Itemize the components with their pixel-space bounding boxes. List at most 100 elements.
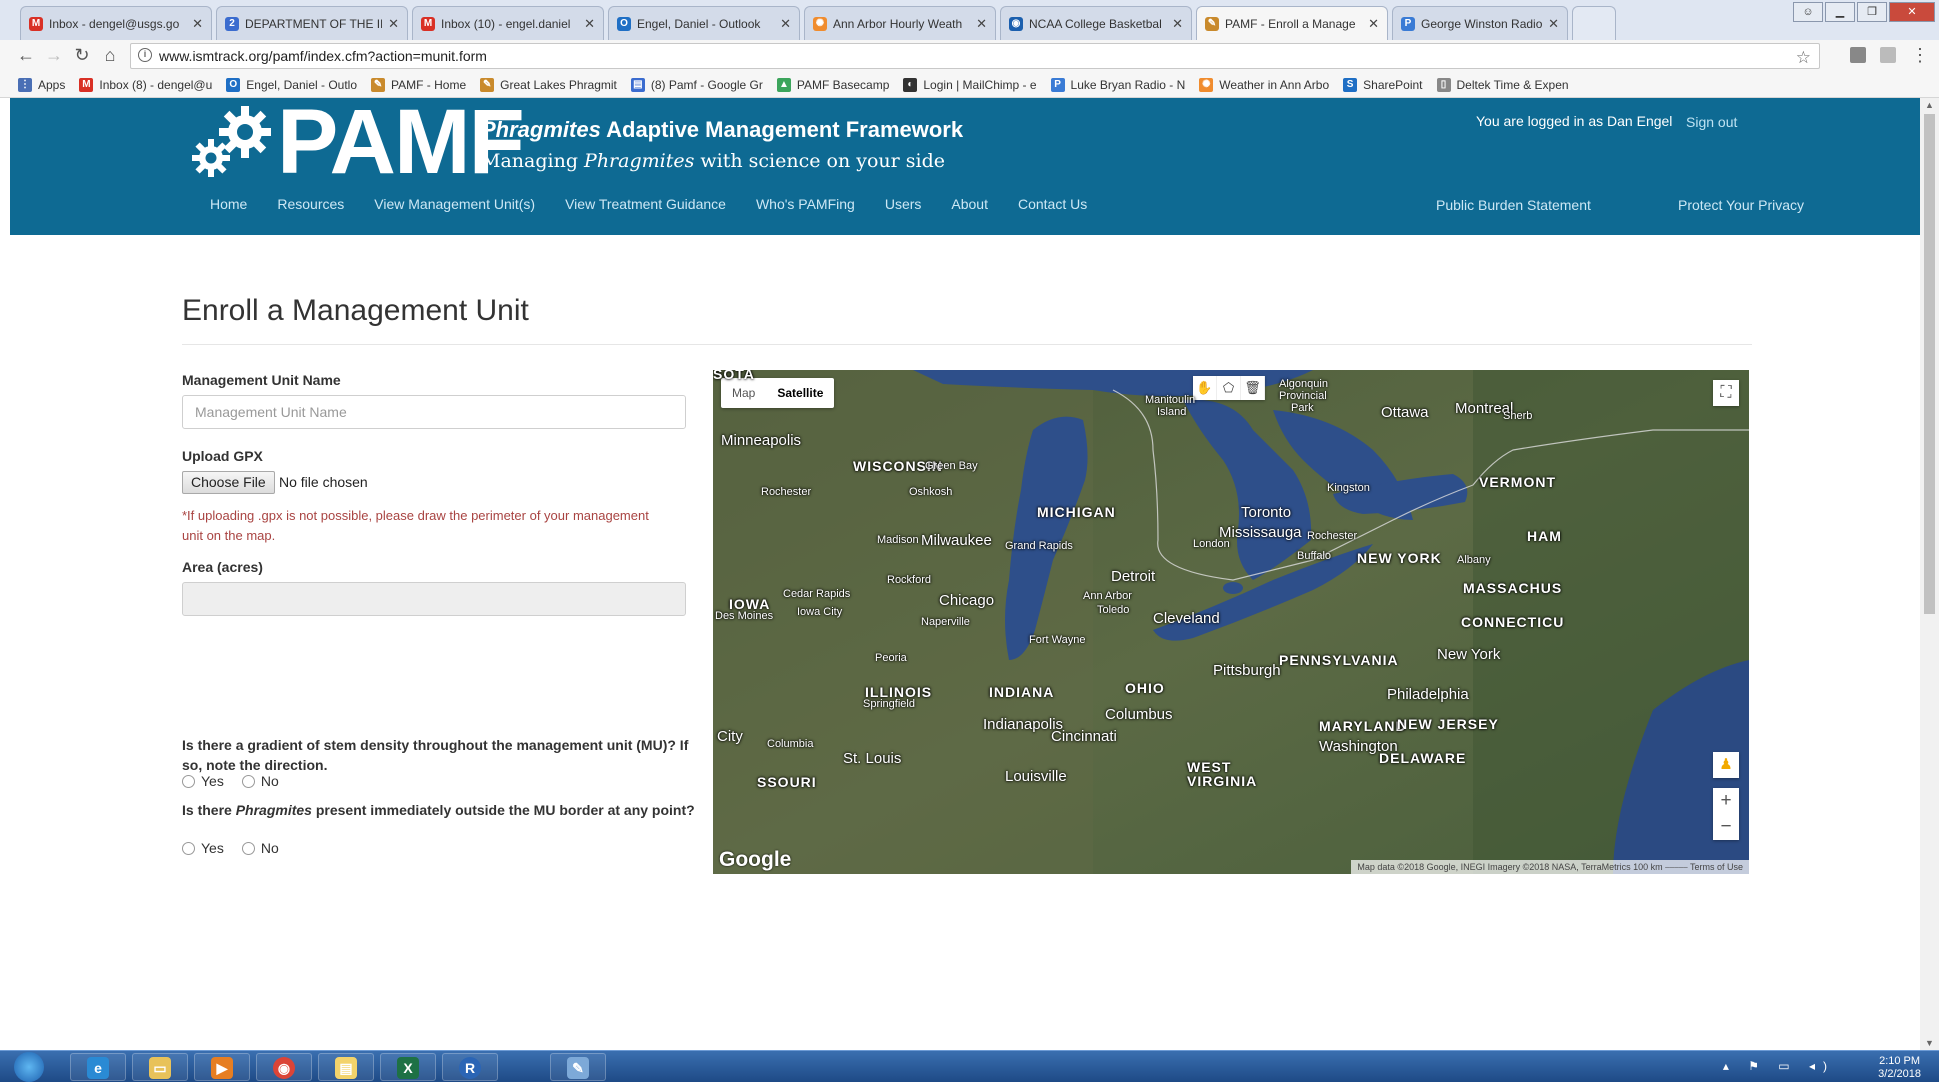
taskbar-media-player[interactable]: ▶ (194, 1053, 250, 1081)
map-label: SSOURI (757, 774, 817, 790)
mu-name-input[interactable]: Management Unit Name (182, 395, 686, 429)
radio-label-yes: Yes (201, 773, 224, 789)
close-icon[interactable]: ✕ (388, 16, 399, 32)
system-tray-icons[interactable]: ▴ ⚑ ▭ ◂) (1723, 1059, 1835, 1073)
info-icon[interactable]: i (138, 48, 152, 62)
sign-out-link[interactable]: Sign out (1686, 114, 1737, 130)
internet-explorer-icon: e (87, 1057, 109, 1079)
bookmark-item[interactable]: P Luke Bryan Radio - N (1050, 77, 1185, 92)
browser-tab[interactable]: P George Winston Radio - ✕ (1392, 6, 1568, 40)
map-type-satellite-button[interactable]: Satellite (766, 378, 834, 408)
minimize-icon[interactable]: ▁ (1825, 2, 1855, 22)
close-window-icon[interactable]: ✕ (1889, 2, 1935, 22)
browser-tab[interactable]: ✺ Ann Arbor Hourly Weath ✕ (804, 6, 996, 40)
map-label: SOTA (713, 370, 755, 382)
nav-home[interactable]: Home (210, 196, 247, 212)
choose-file-button[interactable]: Choose File (182, 471, 275, 494)
scroll-down-icon[interactable]: ▼ (1920, 1038, 1939, 1048)
map-canvas[interactable]: Map Satellite ✋ ⬠ 🗑 ⛶ ♟ + − SOTA Algonqu… (713, 370, 1749, 874)
nav-about[interactable]: About (951, 196, 988, 212)
bookmark-item[interactable]: ▤ (8) Pamf - Google Gr (630, 77, 763, 92)
forward-icon[interactable]: → (42, 45, 66, 66)
street-view-pegman-icon[interactable]: ♟ (1713, 752, 1739, 778)
outside-border-yes-radio[interactable] (182, 841, 195, 855)
scroll-up-icon[interactable]: ▲ (1920, 100, 1939, 110)
browser-tab-active[interactable]: ✎ PAMF - Enroll a Manage ✕ (1196, 6, 1388, 40)
browser-tab[interactable]: ◉ NCAA College Basketbal ✕ (1000, 6, 1192, 40)
taskbar-r[interactable]: R (442, 1053, 498, 1081)
map-attribution[interactable]: Map data ©2018 Google, INEGI Imagery ©20… (1351, 860, 1749, 874)
stem-density-no-radio[interactable] (241, 774, 255, 788)
bookmark-item[interactable]: O Engel, Daniel - Outlo (226, 77, 357, 92)
draw-polygon-icon[interactable]: ⬠ (1217, 376, 1241, 400)
pan-hand-icon[interactable]: ✋ (1193, 376, 1217, 400)
map-label: Rockford (887, 574, 932, 586)
extension-icon[interactable] (1880, 47, 1896, 63)
nav-whos-pamfing[interactable]: Who's PAMFing (756, 196, 855, 212)
close-icon[interactable]: ✕ (1172, 16, 1183, 32)
close-icon[interactable]: ✕ (1368, 16, 1379, 32)
scrollbar-thumb[interactable] (1924, 114, 1935, 614)
pamf-logo[interactable]: PAMF (185, 98, 525, 188)
taskbar-internet-explorer[interactable]: e (70, 1053, 126, 1081)
fullscreen-icon[interactable]: ⛶ (1713, 380, 1739, 406)
bookmark-item[interactable]: ✺ Weather in Ann Arbo (1199, 77, 1329, 92)
browser-tab[interactable]: O Engel, Daniel - Outlook ✕ (608, 6, 800, 40)
taskbar-paint[interactable]: ✎ (550, 1053, 606, 1081)
page-scrollbar[interactable]: ▲ ▼ (1920, 98, 1939, 1050)
bookmark-item[interactable]: M Inbox (8) - dengel@u (79, 77, 212, 92)
nav-resources[interactable]: Resources (277, 196, 344, 212)
taskbar-chrome[interactable]: ◉ (256, 1053, 312, 1081)
close-icon[interactable]: ✕ (584, 16, 595, 32)
browser-tab[interactable]: M Inbox (10) - engel.daniel ✕ (412, 6, 604, 40)
bookmark-item[interactable]: ✎ Great Lakes Phragmit (480, 77, 617, 92)
tab-label: NCAA College Basketbal (1029, 16, 1162, 31)
close-icon[interactable]: ✕ (976, 16, 987, 32)
nav-users[interactable]: Users (885, 196, 922, 212)
site-title: Phragmites Adaptive Management Framework (481, 117, 963, 143)
protect-your-privacy-link[interactable]: Protect Your Privacy (1678, 197, 1804, 213)
browser-tab[interactable]: 2 DEPARTMENT OF THE IN ✕ (216, 6, 408, 40)
taskbar-excel[interactable]: X (380, 1053, 436, 1081)
map-type-map-button[interactable]: Map (721, 378, 766, 408)
taskbar-explorer[interactable]: ▤ (318, 1053, 374, 1081)
close-icon[interactable]: ✕ (192, 16, 203, 32)
close-icon[interactable]: ✕ (780, 16, 791, 32)
tagline-italic: Phragmites (584, 150, 695, 172)
address-bar[interactable]: i www.ismtrack.org/pamf/index.cfm?action… (130, 43, 1820, 69)
new-tab-button[interactable] (1572, 6, 1616, 40)
bookmark-item[interactable]: S SharePoint (1343, 77, 1423, 92)
user-profile-icon[interactable]: ☺ (1793, 2, 1823, 22)
main-nav: Home Resources View Management Unit(s) V… (210, 196, 1117, 212)
browser-tab[interactable]: M Inbox - dengel@usgs.go ✕ (20, 6, 212, 40)
nav-view-treatment-guidance[interactable]: View Treatment Guidance (565, 196, 726, 212)
window-controls: ☺ ▁ ❐ ✕ (1793, 2, 1935, 22)
reload-icon[interactable]: ↻ (70, 45, 94, 66)
trash-icon[interactable]: 🗑 (1241, 376, 1265, 400)
zoom-out-icon[interactable]: − (1713, 814, 1739, 840)
bookmark-item[interactable]: ▯ Deltek Time & Expen (1436, 77, 1569, 92)
back-icon[interactable]: ← (14, 45, 38, 66)
bookmark-item[interactable]: ✎ PAMF - Home (371, 77, 466, 92)
extension-icon[interactable] (1850, 47, 1866, 63)
outside-border-no-radio[interactable] (241, 841, 255, 855)
menu-icon[interactable]: ⋮ (1908, 45, 1932, 66)
bookmark-star-icon[interactable]: ☆ (1796, 46, 1811, 70)
satellite-imagery (713, 370, 1749, 874)
tab-label: PAMF - Enroll a Manage (1225, 16, 1356, 31)
bookmark-apps[interactable]: ⋮ Apps (18, 77, 65, 92)
start-button-icon[interactable] (14, 1052, 44, 1082)
clock[interactable]: 2:10 PM 3/2/2018 (1878, 1055, 1921, 1081)
map-label: Madison (877, 534, 919, 546)
nav-view-management-units[interactable]: View Management Unit(s) (374, 196, 535, 212)
maximize-icon[interactable]: ❐ (1857, 2, 1887, 22)
home-icon[interactable]: ⌂ (98, 45, 122, 66)
bookmark-item[interactable]: ◐ Login | MailChimp - e (903, 77, 1037, 92)
public-burden-statement-link[interactable]: Public Burden Statement (1436, 197, 1591, 213)
close-icon[interactable]: ✕ (1548, 16, 1559, 32)
taskbar-file-explorer[interactable]: ▭ (132, 1053, 188, 1081)
bookmark-item[interactable]: ▲ PAMF Basecamp (776, 77, 889, 92)
nav-contact-us[interactable]: Contact Us (1018, 196, 1087, 212)
stem-density-yes-radio[interactable] (182, 774, 195, 788)
zoom-in-icon[interactable]: + (1713, 788, 1739, 814)
